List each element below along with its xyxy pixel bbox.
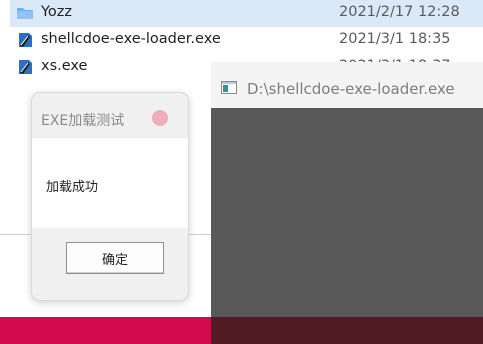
taskbar-strip: [211, 317, 483, 344]
desktop-background-strip: [0, 317, 211, 344]
close-icon[interactable]: [152, 110, 168, 126]
file-date: 2021/3/1 18:35: [339, 31, 451, 47]
dialog-message: 加载成功: [46, 180, 99, 195]
dialog-content: 加载成功: [32, 138, 188, 228]
file-name: Yozz: [41, 4, 73, 20]
file-row-yozz[interactable]: Yozz 2021/2/17 12:28: [10, 0, 483, 27]
file-name: xs.exe: [41, 58, 88, 74]
console-titlebar[interactable]: D:\shellcdoe-exe-loader.exe: [211, 62, 483, 108]
exe-icon: [19, 33, 32, 47]
folder-icon: [17, 8, 33, 19]
console-window-icon: [221, 81, 237, 94]
file-name: shellcdoe-exe-loader.exe: [41, 31, 221, 47]
file-date: 2021/2/17 12:28: [339, 4, 460, 20]
exe-icon: [19, 60, 32, 74]
message-box-dialog: EXE加载测试 加载成功 确定: [31, 92, 189, 301]
ok-button[interactable]: 确定: [66, 242, 164, 274]
dialog-title: EXE加载测试: [41, 113, 125, 129]
console-title: D:\shellcdoe-exe-loader.exe: [247, 80, 455, 98]
file-row-shellcode-loader[interactable]: shellcdoe-exe-loader.exe 2021/3/1 18:35: [10, 27, 483, 54]
console-body[interactable]: [211, 108, 483, 344]
console-window[interactable]: D:\shellcdoe-exe-loader.exe: [211, 62, 483, 344]
